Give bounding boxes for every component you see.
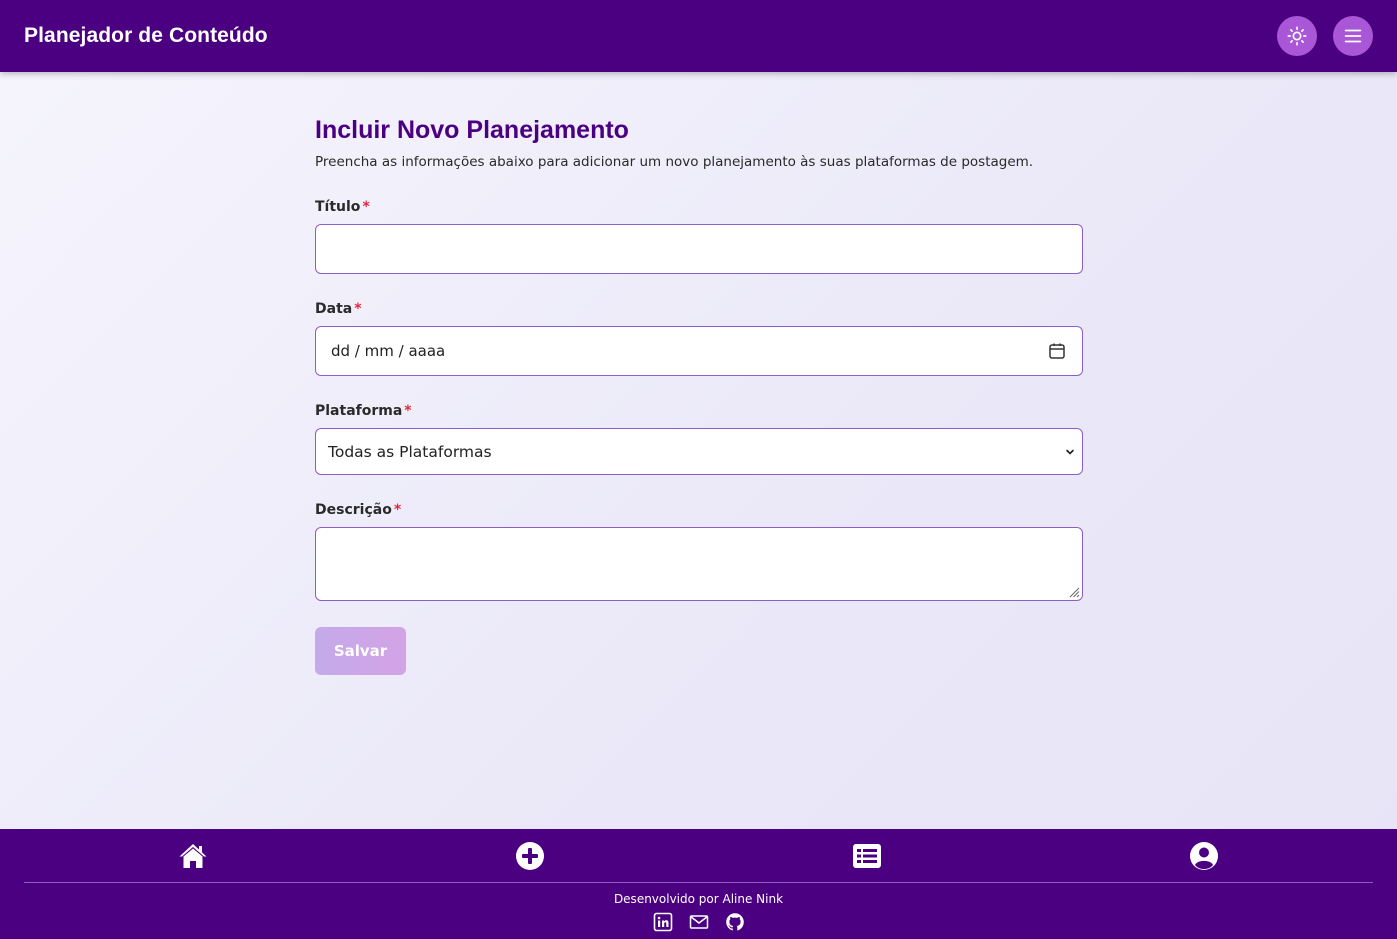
data-input[interactable]: dd / mm / aaaa: [315, 326, 1083, 376]
new-plan-form: Incluir Novo Planejamento Preencha as in…: [315, 110, 1083, 675]
required-mark: *: [354, 301, 362, 317]
chevron-down-icon: [1066, 449, 1074, 455]
page-title: Incluir Novo Planejamento: [315, 116, 629, 144]
descricao-label-text: Descrição: [315, 502, 392, 518]
titulo-input[interactable]: [315, 224, 1083, 274]
theme-toggle-button[interactable]: [1277, 16, 1317, 56]
plataforma-selected: Todas as Plataformas: [328, 443, 492, 461]
plataforma-label-text: Plataforma: [315, 403, 403, 419]
descricao-label: Descrição *: [315, 502, 401, 518]
required-mark: *: [393, 502, 402, 518]
menu-button[interactable]: [1333, 16, 1373, 56]
mail-icon[interactable]: [689, 912, 709, 932]
user-circle-icon[interactable]: [1189, 841, 1219, 871]
footer-credit: Desenvolvido por Aline Nink: [613, 892, 784, 906]
calendar-icon[interactable]: [1048, 342, 1066, 360]
data-label-text: Data: [315, 301, 353, 317]
github-icon[interactable]: [725, 912, 745, 932]
hamburger-menu-icon: [1344, 29, 1362, 43]
titulo-label-text: Título: [315, 199, 361, 215]
resize-handle-icon[interactable]: [1068, 586, 1080, 598]
sun-icon: [1287, 26, 1307, 46]
required-mark: *: [362, 199, 370, 215]
app-title: Planejador de Conteúdo: [24, 24, 268, 47]
footer: Desenvolvido por Aline Nink: [0, 829, 1397, 939]
date-placeholder: dd / mm / aaaa: [331, 342, 446, 360]
descricao-textarea[interactable]: [315, 527, 1083, 601]
save-button[interactable]: Salvar: [315, 627, 406, 675]
data-label: Data *: [315, 301, 362, 317]
page-subtitle: Preencha as informações abaixo para adic…: [315, 154, 1034, 170]
plus-circle-icon[interactable]: [515, 841, 545, 871]
list-icon[interactable]: [852, 841, 882, 871]
plataforma-label: Plataforma *: [315, 403, 412, 419]
linkedin-icon[interactable]: [653, 912, 673, 932]
home-icon[interactable]: [178, 841, 208, 871]
titulo-label: Título *: [315, 199, 370, 215]
top-app-bar: Planejador de Conteúdo: [0, 0, 1397, 72]
required-mark: *: [404, 403, 412, 419]
footer-divider: [24, 882, 1373, 883]
plataforma-select[interactable]: Todas as Plataformas: [315, 428, 1083, 475]
